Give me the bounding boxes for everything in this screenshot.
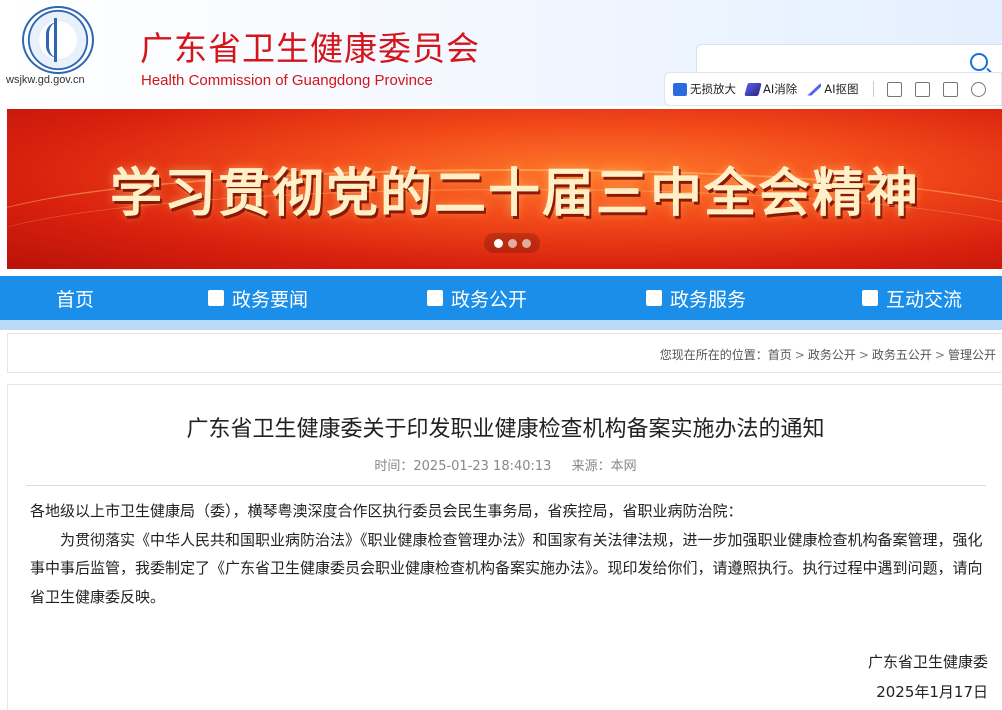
chat-icon: [862, 290, 878, 306]
article-time: 时间：2025-01-23 18:40:13: [374, 459, 552, 474]
carousel-dot-3[interactable]: [521, 238, 531, 248]
lossless-zoom-label: 无损放大: [690, 82, 736, 96]
article-panel: 广东省卫生健康委关于印发职业健康检查机构备案实施办法的通知 时间：2025-01…: [7, 384, 1002, 710]
clipboard-icon: [646, 290, 662, 306]
ai-cutout-button[interactable]: AI抠图: [807, 81, 859, 97]
article-salutation: 各地级以上市卫生健康局（委），横琴粤澳深度合作区执行委员会民生事务局，省疾控局，…: [30, 502, 743, 520]
ai-erase-button[interactable]: AI消除: [744, 81, 798, 97]
article-source: 来源：本网: [571, 459, 637, 474]
signature-org: 广东省卫生健康委: [867, 653, 988, 671]
article-title: 广东省卫生健康委关于印发职业健康检查机构备案实施办法的通知: [186, 417, 825, 442]
site-title[interactable]: 广东省卫生健康委员会: [140, 22, 480, 70]
nav-underline-stripe: [0, 320, 1002, 330]
lossless-zoom-button[interactable]: 无损放大: [673, 81, 736, 97]
main-nav: 首页 政务要闻 政务公开 政务服务 互动交流: [0, 276, 1002, 320]
breadcrumb: 您现在所在的位置：首页 > 政务公开 > 政务五公开 > 管理公开: [660, 346, 996, 363]
emblem-snake-icon: [46, 22, 70, 58]
nav-item-label: 政务公开: [451, 288, 528, 311]
breadcrumb-link-home[interactable]: 首页: [768, 348, 792, 362]
news-icon: [208, 290, 224, 306]
book-icon: [427, 290, 443, 306]
hero-banner[interactable]: 学习贯彻党的二十届三中全会精神: [7, 109, 1002, 269]
article-body: 各地级以上市卫生健康局（委），横琴粤澳深度合作区执行委员会民生事务局，省疾控局，…: [30, 497, 992, 611]
nav-item-label: 政务服务: [670, 288, 747, 311]
nav-item-interaction[interactable]: 互动交流: [862, 276, 962, 320]
site-title-english: Health Commission of Guangdong Province: [141, 72, 433, 89]
crop-icon[interactable]: [914, 81, 930, 97]
breadcrumb-link-management[interactable]: 管理公开: [948, 348, 996, 362]
edit-image-icon[interactable]: [886, 81, 902, 97]
nav-item-label: 首页: [56, 288, 95, 311]
breadcrumb-separator: >: [794, 348, 805, 362]
breadcrumb-panel: 您现在所在的位置：首页 > 政务公开 > 政务五公开 > 管理公开: [7, 333, 1002, 373]
commission-emblem-logo[interactable]: [22, 6, 94, 74]
breadcrumb-separator: >: [934, 348, 945, 362]
site-domain: wsjkw.gd.gov.cn: [6, 74, 85, 86]
toolbar-divider: [872, 81, 874, 97]
carousel-indicators: [484, 233, 540, 253]
ai-cutout-label: AI抠图: [824, 82, 859, 96]
ai-erase-label: AI消除: [763, 82, 798, 96]
carousel-dot-2[interactable]: [507, 238, 517, 248]
eraser-icon: [744, 82, 762, 96]
article-signature: 广东省卫生健康委 2025年1月17日: [868, 647, 988, 707]
nav-item-label: 互动交流: [886, 288, 963, 311]
search-icon[interactable]: [970, 53, 988, 71]
breadcrumb-link-five-disclosures[interactable]: 政务五公开: [872, 348, 932, 362]
hd-icon: [673, 82, 687, 96]
breadcrumb-separator: >: [858, 348, 869, 362]
browser-ai-toolbar: 无损放大 AI消除 AI抠图: [664, 72, 1002, 106]
magic-wand-icon: [807, 82, 822, 96]
article-paragraph: 为贯彻落实《中华人民共和国职业病防治法》《职业健康检查管理办法》和国家有关法律法…: [30, 530, 983, 606]
emblem-staff-icon: [54, 18, 57, 62]
article-meta: 时间：2025-01-23 18:40:13 来源：本网: [8, 455, 1002, 474]
settings-icon[interactable]: [970, 81, 986, 97]
nav-item-label: 政务要闻: [232, 288, 309, 311]
download-icon[interactable]: [942, 81, 958, 97]
carousel-dot-1[interactable]: [493, 238, 503, 248]
nav-item-home[interactable]: 首页: [56, 276, 94, 320]
article-divider: [26, 485, 986, 486]
site-header: wsjkw.gd.gov.cn 广东省卫生健康委员会 Health Commis…: [0, 0, 1002, 106]
nav-item-news[interactable]: 政务要闻: [208, 276, 308, 320]
nav-item-services[interactable]: 政务服务: [646, 276, 746, 320]
nav-item-disclosure[interactable]: 政务公开: [427, 276, 527, 320]
banner-slogan: 学习贯彻党的二十届三中全会精神: [109, 163, 920, 224]
breadcrumb-link-disclosure[interactable]: 政务公开: [808, 348, 856, 362]
signature-date: 2025年1月17日: [876, 683, 988, 701]
breadcrumb-prefix: 您现在所在的位置：: [659, 348, 768, 362]
